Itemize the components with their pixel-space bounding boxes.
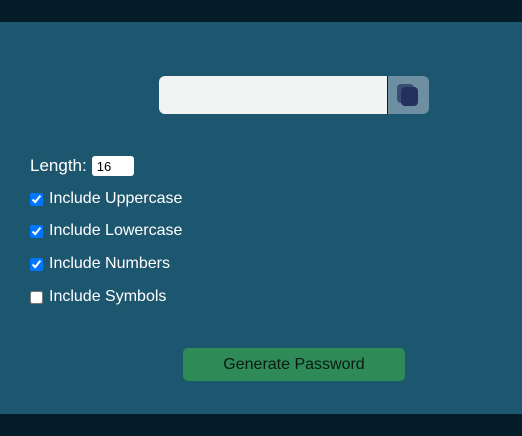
length-row: Length:: [30, 156, 134, 176]
password-output-row: [159, 76, 429, 114]
numbers-option[interactable]: Include Numbers: [30, 255, 170, 273]
uppercase-option[interactable]: Include Uppercase: [30, 190, 182, 208]
uppercase-label: Include Uppercase: [49, 190, 183, 207]
length-label: Length:: [30, 156, 87, 175]
numbers-label: Include Numbers: [49, 255, 170, 272]
password-output-field[interactable]: [159, 76, 388, 114]
length-input[interactable]: [91, 156, 134, 176]
generator-panel: Length: Include Uppercase Include Lowerc…: [0, 22, 522, 414]
lowercase-checkbox[interactable]: [30, 224, 43, 238]
generate-password-button[interactable]: Generate Password: [183, 348, 405, 381]
symbols-checkbox[interactable]: [30, 290, 43, 304]
numbers-checkbox[interactable]: [30, 257, 43, 271]
copy-button[interactable]: [388, 76, 429, 114]
generate-password-label: Generate Password: [223, 355, 365, 373]
symbols-option[interactable]: Include Symbols: [30, 288, 166, 306]
lowercase-option[interactable]: Include Lowercase: [30, 222, 182, 240]
lowercase-label: Include Lowercase: [49, 222, 183, 239]
symbols-label: Include Symbols: [49, 288, 167, 305]
uppercase-checkbox[interactable]: [30, 192, 43, 206]
